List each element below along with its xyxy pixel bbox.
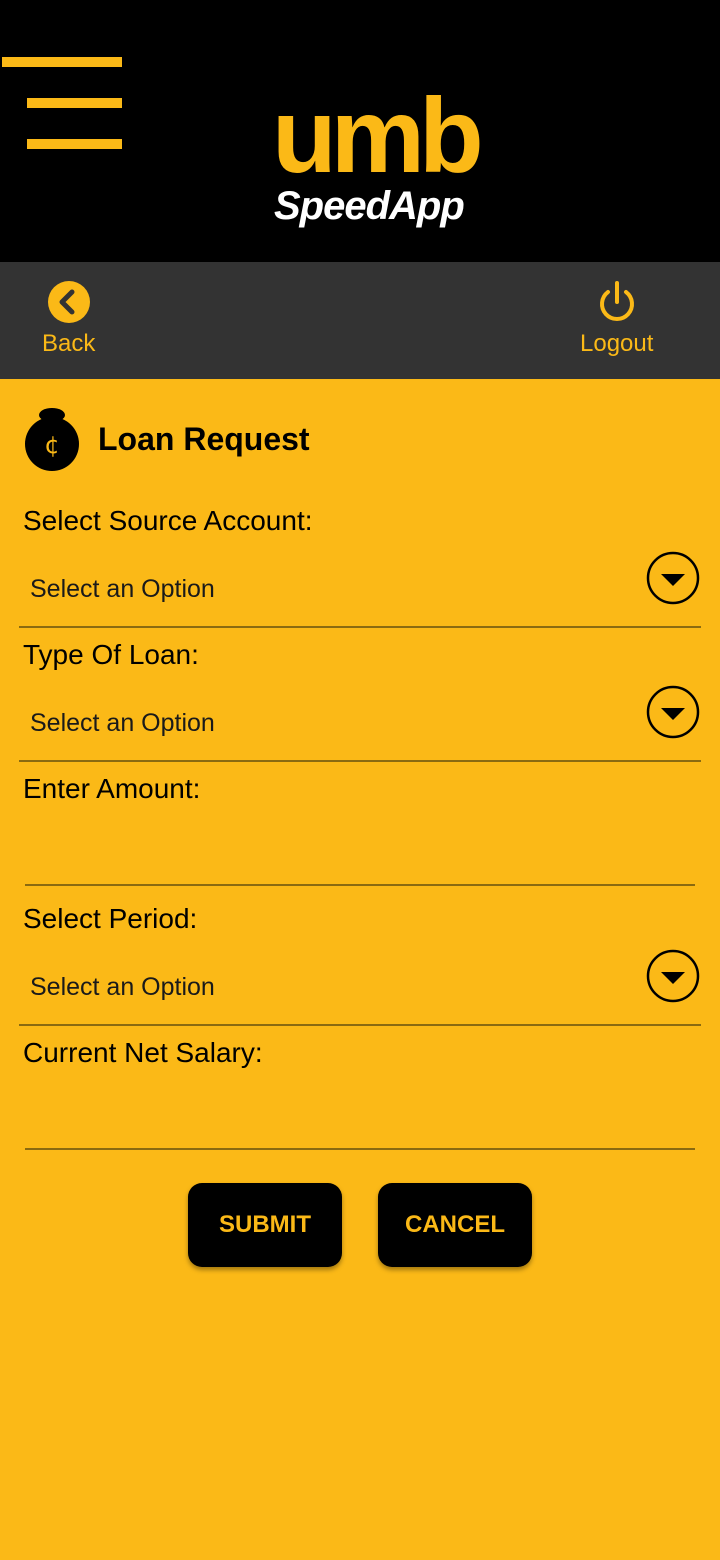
back-button[interactable]: Back	[42, 280, 95, 358]
loan-type-value: Select an Option	[30, 709, 215, 737]
logout-button[interactable]: Logout	[580, 280, 653, 358]
cancel-button[interactable]: CANCEL	[378, 1183, 532, 1267]
dropdown-arrow-icon	[646, 685, 700, 739]
period-select[interactable]: Select an Option	[19, 946, 701, 1026]
salary-label: Current Net Salary:	[23, 1037, 263, 1068]
power-icon	[599, 281, 634, 321]
loan-type-select[interactable]: Select an Option	[19, 682, 701, 762]
svg-text:¢: ¢	[44, 431, 59, 459]
app-logo: umb SpeedApp	[272, 83, 484, 228]
app-header: umb SpeedApp	[0, 0, 720, 262]
back-label: Back	[42, 330, 96, 357]
logout-label: Logout	[580, 330, 654, 357]
period-label: Select Period:	[23, 903, 198, 934]
amount-input[interactable]	[25, 826, 695, 886]
source-account-select[interactable]: Select an Option	[19, 548, 701, 628]
money-bag-icon: ¢	[25, 408, 79, 471]
salary-input[interactable]	[25, 1090, 695, 1150]
logo-speedapp-text: SpeedApp	[274, 184, 465, 228]
source-account-value: Select an Option	[30, 575, 215, 603]
loan-type-label: Type Of Loan:	[23, 639, 199, 670]
page-header: ¢ Loan Request	[24, 405, 310, 473]
dropdown-arrow-icon	[646, 949, 700, 1003]
logo-umb-text: umb	[272, 77, 484, 195]
period-value: Select an Option	[30, 973, 215, 1001]
amount-label: Enter Amount:	[23, 773, 201, 804]
back-arrow-icon	[47, 281, 90, 323]
hamburger-menu-icon[interactable]	[0, 52, 126, 152]
dropdown-arrow-icon	[646, 551, 700, 605]
submit-button[interactable]: SUBMIT	[188, 1183, 342, 1267]
source-account-label: Select Source Account:	[23, 505, 313, 536]
page-title: Loan Request	[98, 420, 310, 457]
nav-bar: Back Logout	[0, 262, 720, 379]
